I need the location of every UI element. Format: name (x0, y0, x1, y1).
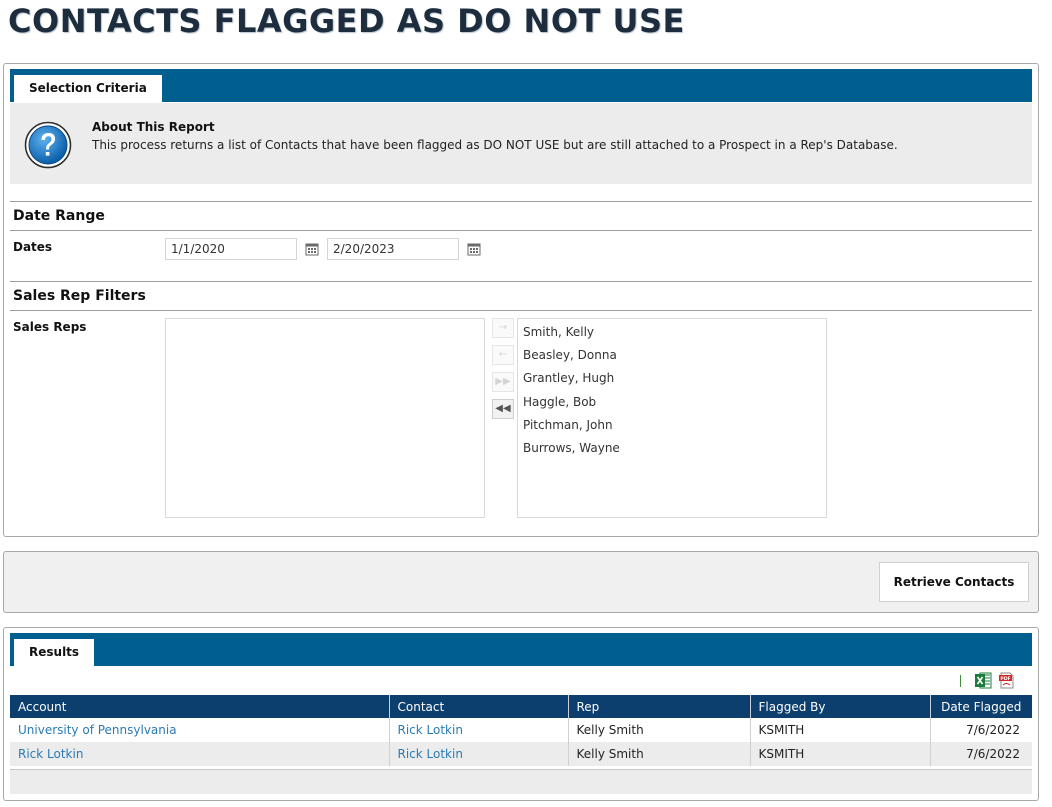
rep-cell: Kelly Smith (568, 742, 751, 766)
selection-criteria-panel: Selection Criteria About This Report Thi… (3, 63, 1039, 537)
calendar-icon[interactable] (305, 242, 319, 256)
tab-results[interactable]: Results (14, 639, 95, 666)
move-left-button[interactable]: ← (492, 345, 514, 365)
selected-reps-list[interactable]: Smith, Kelly Beasley, Donna Grantley, Hu… (517, 318, 827, 518)
table-row: Rick Lotkin Rick Lotkin Kelly Smith KSMI… (10, 742, 1032, 766)
start-date-input[interactable] (165, 238, 297, 260)
results-footer (10, 769, 1032, 794)
selection-tab-bar: Selection Criteria (10, 69, 1032, 102)
column-header-rep[interactable]: Rep (568, 695, 751, 718)
action-panel: Retrieve Contacts (3, 551, 1039, 613)
end-date-input[interactable] (327, 238, 459, 260)
dates-label: Dates (13, 240, 53, 254)
contact-link[interactable]: Rick Lotkin (398, 747, 463, 761)
column-header-contact[interactable]: Contact (389, 695, 569, 718)
table-row: University of Pennsylvania Rick Lotkin K… (10, 718, 1032, 742)
list-item[interactable]: Smith, Kelly (523, 325, 594, 339)
list-item[interactable]: Beasley, Donna (523, 348, 617, 362)
svg-text:PDF: PDF (1000, 676, 1010, 682)
list-item[interactable]: Pitchman, John (523, 418, 613, 432)
flagged-by-cell: KSMITH (750, 718, 931, 742)
column-header-flagged-by[interactable]: Flagged By (750, 695, 931, 718)
available-reps-list[interactable] (165, 318, 485, 518)
export-separator (960, 675, 961, 687)
about-description: This process returns a list of Contacts … (92, 138, 898, 152)
calendar-icon[interactable] (467, 242, 481, 256)
move-all-left-button[interactable]: ◀◀ (492, 399, 514, 419)
list-item[interactable]: Grantley, Hugh (523, 371, 614, 385)
move-all-right-button[interactable]: ▶▶ (492, 372, 514, 392)
about-report-box: About This Report This process returns a… (10, 103, 1032, 184)
date-range-heading: Date Range (10, 201, 1032, 231)
results-table: Account Contact Rep Flagged By Date Flag… (10, 695, 1032, 766)
page-title: CONTACTS FLAGGED AS DO NOT USE (8, 2, 685, 40)
date-flagged-cell: 7/6/2022 (930, 742, 1032, 766)
pdf-icon[interactable]: PDF (998, 672, 1015, 689)
results-tab-bar: Results (10, 633, 1032, 666)
excel-icon[interactable] (975, 672, 992, 689)
list-item[interactable]: Burrows, Wayne (523, 441, 620, 455)
account-link[interactable]: Rick Lotkin (18, 747, 83, 761)
move-right-button[interactable]: → (492, 318, 514, 338)
account-link[interactable]: University of Pennsylvania (18, 723, 177, 737)
column-header-account[interactable]: Account (10, 695, 390, 718)
rep-cell: Kelly Smith (568, 718, 751, 742)
contact-link[interactable]: Rick Lotkin (398, 723, 463, 737)
sales-rep-filters-heading: Sales Rep Filters (10, 281, 1032, 311)
retrieve-contacts-button[interactable]: Retrieve Contacts (879, 562, 1029, 602)
date-flagged-cell: 7/6/2022 (966, 723, 1020, 737)
about-title: About This Report (92, 120, 215, 134)
tab-selection-criteria[interactable]: Selection Criteria (14, 75, 162, 102)
help-question-icon (24, 121, 72, 169)
sales-reps-label: Sales Reps (13, 320, 87, 334)
list-item[interactable]: Haggle, Bob (523, 395, 596, 409)
column-header-date-flagged[interactable]: Date Flagged (930, 695, 1032, 718)
flagged-by-cell: KSMITH (750, 742, 931, 766)
table-header-row: Account Contact Rep Flagged By Date Flag… (10, 695, 1032, 718)
